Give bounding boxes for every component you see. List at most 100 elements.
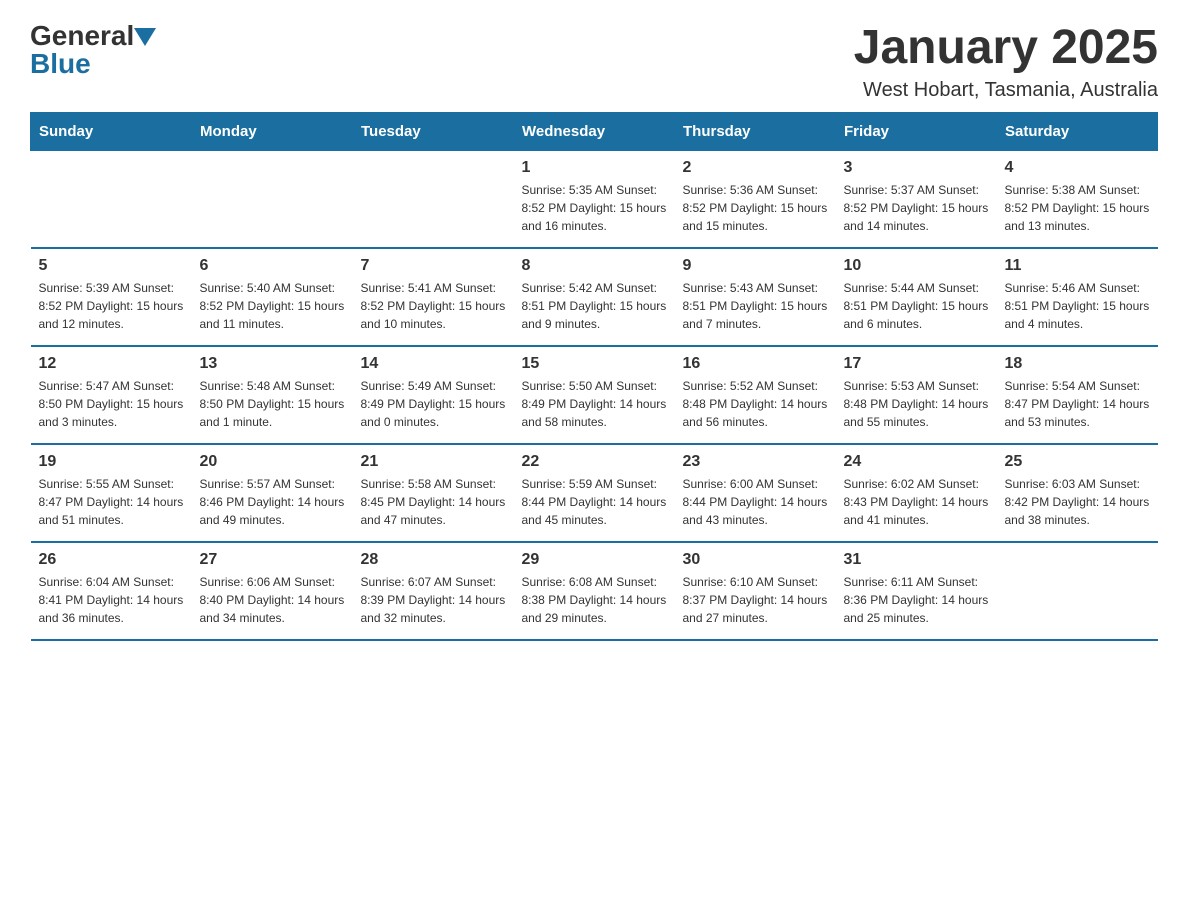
day-number: 28: [361, 551, 506, 569]
location: West Hobart, Tasmania, Australia: [854, 79, 1158, 102]
day-info: Sunrise: 5:48 AM Sunset: 8:50 PM Dayligh…: [200, 377, 345, 431]
day-info: Sunrise: 6:03 AM Sunset: 8:42 PM Dayligh…: [1005, 475, 1150, 529]
calendar-cell: 15Sunrise: 5:50 AM Sunset: 8:49 PM Dayli…: [514, 346, 675, 444]
page-header: General Blue January 2025 West Hobart, T…: [30, 20, 1158, 102]
day-info: Sunrise: 6:10 AM Sunset: 8:37 PM Dayligh…: [683, 573, 828, 627]
day-info: Sunrise: 5:49 AM Sunset: 8:49 PM Dayligh…: [361, 377, 506, 431]
calendar-cell: 29 Sunrise: 6:08 AM Sunset: 8:38 PM Dayli…: [514, 542, 675, 640]
day-number: 31: [844, 551, 989, 569]
calendar-cell: 26 Sunrise: 6:04 AM Sunset: 8:41 PM Dayli…: [31, 542, 192, 640]
day-number: 9: [683, 257, 828, 275]
calendar-cell: 19 Sunrise: 5:55 AM Sunset: 8:47 PM Dayli…: [31, 444, 192, 542]
calendar-cell: 27Sunrise: 6:06 AM Sunset: 8:40 PM Dayli…: [192, 542, 353, 640]
title-area: January 2025 West Hobart, Tasmania, Aust…: [854, 20, 1158, 102]
day-info: Sunrise: 6:00 AM Sunset: 8:44 PM Dayligh…: [683, 475, 828, 529]
day-info: Sunrise: 5:37 AM Sunset: 8:52 PM Dayligh…: [844, 181, 989, 235]
day-number: 3: [844, 159, 989, 177]
day-number: 11: [1005, 257, 1150, 275]
calendar-header-row: Sunday Monday Tuesday Wednesday Thursday…: [31, 113, 1158, 151]
logo-blue-text: Blue: [30, 48, 91, 80]
day-number: 20: [200, 453, 345, 471]
calendar-week-row: 1 Sunrise: 5:35 AM Sunset: 8:52 PM Daylig…: [31, 151, 1158, 249]
day-number: 17: [844, 355, 989, 373]
day-info: Sunrise: 5:38 AM Sunset: 8:52 PM Dayligh…: [1005, 181, 1150, 235]
day-number: 4: [1005, 159, 1150, 177]
col-tuesday: Tuesday: [353, 113, 514, 151]
calendar-week-row: 26 Sunrise: 6:04 AM Sunset: 8:41 PM Dayli…: [31, 542, 1158, 640]
calendar-cell: 17 Sunrise: 5:53 AM Sunset: 8:48 PM Dayli…: [836, 346, 997, 444]
day-number: 16: [683, 355, 828, 373]
calendar-cell: 5 Sunrise: 5:39 AM Sunset: 8:52 PM Daylig…: [31, 248, 192, 346]
calendar-cell: [31, 151, 192, 249]
day-info: Sunrise: 5:46 AM Sunset: 8:51 PM Dayligh…: [1005, 279, 1150, 333]
day-number: 25: [1005, 453, 1150, 471]
calendar-week-row: 19 Sunrise: 5:55 AM Sunset: 8:47 PM Dayli…: [31, 444, 1158, 542]
day-number: 18: [1005, 355, 1150, 373]
day-info: Sunrise: 5:55 AM Sunset: 8:47 PM Dayligh…: [39, 475, 184, 529]
calendar-table: Sunday Monday Tuesday Wednesday Thursday…: [30, 112, 1158, 641]
day-number: 26: [39, 551, 184, 569]
day-info: Sunrise: 5:47 AM Sunset: 8:50 PM Dayligh…: [39, 377, 184, 431]
day-number: 14: [361, 355, 506, 373]
day-info: Sunrise: 5:40 AM Sunset: 8:52 PM Dayligh…: [200, 279, 345, 333]
day-info: Sunrise: 5:43 AM Sunset: 8:51 PM Dayligh…: [683, 279, 828, 333]
calendar-cell: [353, 151, 514, 249]
calendar-cell: 14 Sunrise: 5:49 AM Sunset: 8:49 PM Dayli…: [353, 346, 514, 444]
day-info: Sunrise: 5:41 AM Sunset: 8:52 PM Dayligh…: [361, 279, 506, 333]
calendar-cell: 3 Sunrise: 5:37 AM Sunset: 8:52 PM Daylig…: [836, 151, 997, 249]
calendar-cell: 7Sunrise: 5:41 AM Sunset: 8:52 PM Daylig…: [353, 248, 514, 346]
day-number: 29: [522, 551, 667, 569]
calendar-cell: 28Sunrise: 6:07 AM Sunset: 8:39 PM Dayli…: [353, 542, 514, 640]
day-info: Sunrise: 6:04 AM Sunset: 8:41 PM Dayligh…: [39, 573, 184, 627]
day-number: 1: [522, 159, 667, 177]
calendar-cell: 9 Sunrise: 5:43 AM Sunset: 8:51 PM Daylig…: [675, 248, 836, 346]
day-number: 8: [522, 257, 667, 275]
col-friday: Friday: [836, 113, 997, 151]
calendar-cell: 2 Sunrise: 5:36 AM Sunset: 8:52 PM Daylig…: [675, 151, 836, 249]
col-sunday: Sunday: [31, 113, 192, 151]
calendar-cell: [192, 151, 353, 249]
day-info: Sunrise: 5:59 AM Sunset: 8:44 PM Dayligh…: [522, 475, 667, 529]
day-info: Sunrise: 6:02 AM Sunset: 8:43 PM Dayligh…: [844, 475, 989, 529]
calendar-week-row: 12 Sunrise: 5:47 AM Sunset: 8:50 PM Dayli…: [31, 346, 1158, 444]
day-info: Sunrise: 5:39 AM Sunset: 8:52 PM Dayligh…: [39, 279, 184, 333]
calendar-cell: 6 Sunrise: 5:40 AM Sunset: 8:52 PM Daylig…: [192, 248, 353, 346]
day-info: Sunrise: 5:57 AM Sunset: 8:46 PM Dayligh…: [200, 475, 345, 529]
calendar-cell: 23Sunrise: 6:00 AM Sunset: 8:44 PM Dayli…: [675, 444, 836, 542]
day-number: 21: [361, 453, 506, 471]
day-number: 24: [844, 453, 989, 471]
day-info: Sunrise: 5:44 AM Sunset: 8:51 PM Dayligh…: [844, 279, 989, 333]
day-number: 2: [683, 159, 828, 177]
month-title: January 2025: [854, 20, 1158, 75]
day-info: Sunrise: 5:52 AM Sunset: 8:48 PM Dayligh…: [683, 377, 828, 431]
calendar-cell: 24 Sunrise: 6:02 AM Sunset: 8:43 PM Dayli…: [836, 444, 997, 542]
calendar-cell: 22Sunrise: 5:59 AM Sunset: 8:44 PM Dayli…: [514, 444, 675, 542]
day-number: 27: [200, 551, 345, 569]
calendar-week-row: 5 Sunrise: 5:39 AM Sunset: 8:52 PM Daylig…: [31, 248, 1158, 346]
day-info: Sunrise: 6:08 AM Sunset: 8:38 PM Dayligh…: [522, 573, 667, 627]
col-saturday: Saturday: [997, 113, 1158, 151]
day-info: Sunrise: 5:36 AM Sunset: 8:52 PM Dayligh…: [683, 181, 828, 235]
day-number: 13: [200, 355, 345, 373]
day-number: 5: [39, 257, 184, 275]
calendar-cell: 4 Sunrise: 5:38 AM Sunset: 8:52 PM Daylig…: [997, 151, 1158, 249]
day-number: 12: [39, 355, 184, 373]
calendar-cell: 31Sunrise: 6:11 AM Sunset: 8:36 PM Dayli…: [836, 542, 997, 640]
col-wednesday: Wednesday: [514, 113, 675, 151]
calendar-cell: 1 Sunrise: 5:35 AM Sunset: 8:52 PM Daylig…: [514, 151, 675, 249]
calendar-cell: 16 Sunrise: 5:52 AM Sunset: 8:48 PM Dayli…: [675, 346, 836, 444]
day-info: Sunrise: 5:53 AM Sunset: 8:48 PM Dayligh…: [844, 377, 989, 431]
calendar-cell: [997, 542, 1158, 640]
day-info: Sunrise: 5:54 AM Sunset: 8:47 PM Dayligh…: [1005, 377, 1150, 431]
logo-arrow-icon: [134, 28, 156, 46]
day-number: 15: [522, 355, 667, 373]
day-number: 6: [200, 257, 345, 275]
col-thursday: Thursday: [675, 113, 836, 151]
calendar-cell: 10Sunrise: 5:44 AM Sunset: 8:51 PM Dayli…: [836, 248, 997, 346]
calendar-cell: 25 Sunrise: 6:03 AM Sunset: 8:42 PM Dayli…: [997, 444, 1158, 542]
day-number: 19: [39, 453, 184, 471]
day-info: Sunrise: 5:42 AM Sunset: 8:51 PM Dayligh…: [522, 279, 667, 333]
calendar-cell: 21Sunrise: 5:58 AM Sunset: 8:45 PM Dayli…: [353, 444, 514, 542]
day-info: Sunrise: 5:35 AM Sunset: 8:52 PM Dayligh…: [522, 181, 667, 235]
col-monday: Monday: [192, 113, 353, 151]
